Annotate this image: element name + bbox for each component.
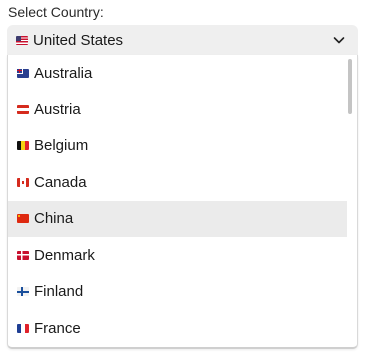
finland-flag-icon: [17, 287, 29, 297]
option-belgium[interactable]: Belgium: [8, 128, 347, 165]
belgium-flag-icon: [17, 141, 29, 151]
option-denmark[interactable]: Denmark: [8, 237, 347, 274]
chevron-down-icon: [333, 37, 345, 44]
option-label: Finland: [34, 283, 84, 301]
china-flag-icon: [17, 214, 29, 224]
option-austria[interactable]: Austria: [8, 91, 347, 128]
selected-country-value: United States: [33, 31, 124, 49]
france-flag-icon: [17, 323, 29, 333]
option-label: China: [34, 210, 74, 228]
option-australia[interactable]: Australia: [8, 55, 347, 91]
option-label: France: [34, 319, 81, 337]
austria-flag-icon: [17, 104, 29, 114]
country-select[interactable]: United States: [7, 25, 358, 55]
us-flag-icon: [16, 35, 28, 45]
option-label: Austria: [34, 100, 81, 118]
dropdown-scrollbar[interactable]: [347, 55, 355, 347]
select-country-label: Select Country:: [8, 4, 104, 20]
country-dropdown-list: Australia Austria Belgium Canada China D…: [7, 55, 358, 349]
australia-flag-icon: [17, 68, 29, 78]
option-label: Belgium: [34, 137, 89, 155]
denmark-flag-icon: [17, 250, 29, 260]
option-label: Denmark: [34, 246, 95, 264]
option-label: Canada: [34, 173, 87, 191]
scrollbar-thumb[interactable]: [348, 59, 352, 114]
canada-flag-icon: [17, 177, 29, 187]
option-france[interactable]: France: [8, 310, 347, 347]
option-china[interactable]: China: [8, 200, 347, 237]
option-finland[interactable]: Finland: [8, 274, 347, 311]
option-label: Australia: [34, 64, 93, 82]
options-list: Australia Austria Belgium Canada China D…: [8, 55, 347, 347]
option-canada[interactable]: Canada: [8, 164, 347, 201]
